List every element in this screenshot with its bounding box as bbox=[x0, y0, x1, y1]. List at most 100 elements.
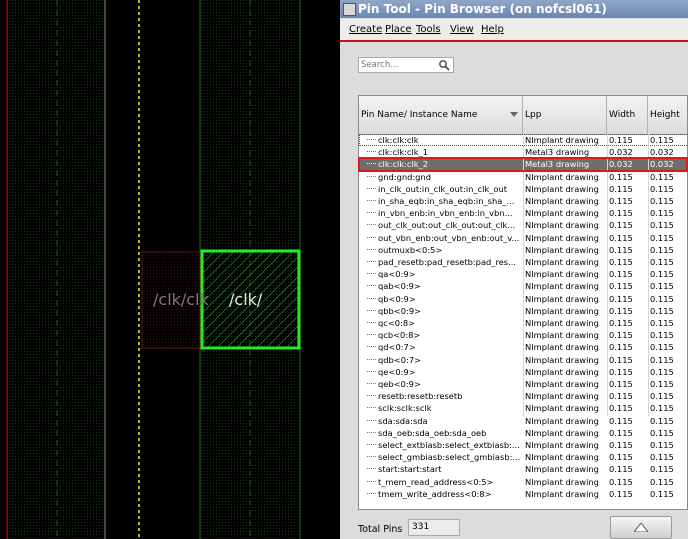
cell-height: 0.115 bbox=[650, 342, 674, 353]
menu-tools[interactable]: Tools bbox=[416, 19, 441, 40]
cell-width: 0.115 bbox=[609, 464, 633, 475]
cell-lpp: NImplant drawing bbox=[525, 403, 599, 414]
cell-pin-name: sda_oeb:sda_oeb:sda_oeb bbox=[378, 427, 487, 438]
cell-lpp: NImplant drawing bbox=[525, 366, 599, 377]
cell-height: 0.115 bbox=[650, 244, 674, 255]
cell-pin-name: qb<0:9> bbox=[378, 293, 416, 304]
cell-pin-name: sclk:sclk:sclk bbox=[378, 403, 432, 414]
cell-pin-name: clk:clk:clk_2 bbox=[378, 159, 429, 170]
table-row[interactable]: tmem_write_address<0:8> NImplant drawing 0… bbox=[359, 488, 687, 500]
cell-lpp: NImplant drawing bbox=[525, 244, 599, 255]
tree-connector bbox=[367, 297, 376, 299]
tree-connector bbox=[367, 456, 376, 458]
cell-width: 0.115 bbox=[609, 415, 633, 426]
cell-lpp: NImplant drawing bbox=[525, 415, 599, 426]
tree-connector bbox=[367, 285, 376, 287]
cell-pin-name: clk:clk:clk bbox=[378, 135, 419, 145]
cell-pin-name: t_mem_read_address<0:5> bbox=[378, 476, 494, 487]
cell-height: 0.115 bbox=[650, 281, 674, 292]
table-row[interactable]: sda_oeb:sda_oeb:sda_oeb NImplant drawing 0… bbox=[359, 427, 687, 439]
cell-height: 0.032 bbox=[650, 147, 674, 158]
cell-pin-name: qbb<0:9> bbox=[378, 305, 422, 316]
col-header-lpp[interactable]: Lpp bbox=[523, 96, 607, 134]
cell-lpp: NImplant drawing bbox=[525, 269, 599, 280]
cell-height: 0.115 bbox=[650, 379, 674, 389]
tree-connector bbox=[367, 309, 376, 311]
search-field[interactable] bbox=[358, 57, 454, 73]
cell-pin-name: gnd:gnd:gnd bbox=[378, 171, 431, 182]
triangle-up-icon bbox=[634, 523, 648, 532]
cell-height: 0.115 bbox=[650, 269, 674, 280]
cell-pin-name: outmuxb<0:5> bbox=[378, 244, 443, 255]
table-row[interactable]: t_mem_read_address<0:5> NImplant drawing 0… bbox=[359, 476, 687, 488]
cell-lpp: NImplant drawing bbox=[525, 452, 599, 463]
cell-lpp: NImplant drawing bbox=[525, 220, 599, 231]
cell-height: 0.115 bbox=[650, 305, 674, 316]
search-input[interactable] bbox=[361, 58, 435, 72]
tree-connector bbox=[367, 163, 376, 165]
layout-canvas[interactable]: /clk/clk /clk/ bbox=[0, 0, 340, 539]
cell-width: 0.115 bbox=[609, 305, 633, 316]
window-title: Pin Tool - Pin Browser (on nofcsl061) bbox=[358, 2, 607, 16]
cell-pin-name: clk:clk:clk_1 bbox=[378, 147, 429, 158]
cell-width: 0.115 bbox=[609, 476, 633, 487]
cell-lpp: NImplant drawing bbox=[525, 427, 599, 438]
cell-lpp: NImplant drawing bbox=[525, 440, 599, 450]
cell-lpp: Metal3 drawing bbox=[525, 147, 590, 158]
menu-place[interactable]: Place bbox=[385, 19, 412, 40]
cell-width: 0.115 bbox=[609, 208, 633, 219]
tree-connector bbox=[367, 322, 376, 323]
col-header-width[interactable]: Width bbox=[607, 96, 648, 134]
cell-width: 0.115 bbox=[609, 135, 633, 145]
cell-height: 0.115 bbox=[650, 391, 674, 402]
tree-connector bbox=[367, 431, 376, 433]
menu-help[interactable]: Help bbox=[481, 19, 504, 40]
cell-pin-name: in_clk_out:in_clk_out:in_clk_out bbox=[378, 183, 507, 194]
column-separator bbox=[648, 134, 649, 416]
cell-width: 0.115 bbox=[609, 232, 633, 243]
table-header: Pin Name/ Instance Name Lpp Width Height bbox=[359, 96, 687, 135]
total-pins-label: Total Pins bbox=[358, 524, 403, 535]
cell-width: 0.115 bbox=[609, 330, 633, 341]
pin-label-bright: /clk/ bbox=[229, 290, 263, 309]
col-header-name[interactable]: Pin Name/ Instance Name bbox=[359, 96, 523, 134]
cell-height: 0.115 bbox=[650, 464, 674, 475]
col-header-height[interactable]: Height bbox=[648, 96, 687, 134]
cell-width: 0.115 bbox=[609, 293, 633, 304]
table-row[interactable]: select_gmbiasb:select_gmbiasb:... NImplan… bbox=[359, 451, 687, 463]
window-icon[interactable] bbox=[343, 3, 356, 16]
title-bar[interactable]: Pin Tool - Pin Browser (on nofcsl061) bbox=[340, 0, 688, 18]
cell-lpp: NImplant drawing bbox=[525, 342, 599, 353]
cell-pin-name: qab<0:9> bbox=[378, 281, 421, 292]
cell-lpp: NImplant drawing bbox=[525, 257, 599, 267]
tree-connector bbox=[367, 395, 376, 397]
cell-width: 0.115 bbox=[609, 220, 633, 231]
tree-connector bbox=[367, 419, 376, 421]
magnifier-icon[interactable] bbox=[438, 59, 450, 71]
cell-width: 0.115 bbox=[609, 440, 633, 450]
tree-connector bbox=[367, 383, 376, 384]
cell-lpp: NImplant drawing bbox=[525, 488, 599, 499]
tree-connector bbox=[367, 407, 376, 409]
table-row[interactable]: select_extbiasb:select_extbiasb:... NImpl… bbox=[359, 439, 687, 451]
tree-connector bbox=[367, 370, 376, 372]
table-row[interactable]: start:start:start NImplant drawing 0.115 0.… bbox=[359, 463, 687, 475]
cell-height: 0.115 bbox=[650, 354, 674, 365]
cell-height: 0.115 bbox=[650, 488, 674, 499]
cell-lpp: NImplant drawing bbox=[525, 293, 599, 304]
table-row[interactable]: sda:sda:sda NImplant drawing 0.115 0.115 bbox=[359, 415, 687, 427]
cell-width: 0.115 bbox=[609, 281, 633, 292]
menu-view[interactable]: View bbox=[450, 19, 474, 40]
cell-pin-name: qdb<0:7> bbox=[378, 354, 422, 365]
cell-lpp: NImplant drawing bbox=[525, 183, 599, 194]
cell-height: 0.115 bbox=[650, 171, 674, 182]
cell-height: 0.115 bbox=[650, 293, 674, 304]
tree-connector bbox=[367, 444, 376, 445]
cell-pin-name: qeb<0:9> bbox=[378, 379, 421, 389]
layout-drawing bbox=[6, 0, 301, 539]
cell-height: 0.115 bbox=[650, 208, 674, 219]
move-up-button[interactable] bbox=[610, 516, 672, 539]
tree-connector bbox=[367, 224, 376, 226]
cell-width: 0.115 bbox=[609, 452, 633, 463]
menu-create[interactable]: Create bbox=[349, 19, 382, 40]
